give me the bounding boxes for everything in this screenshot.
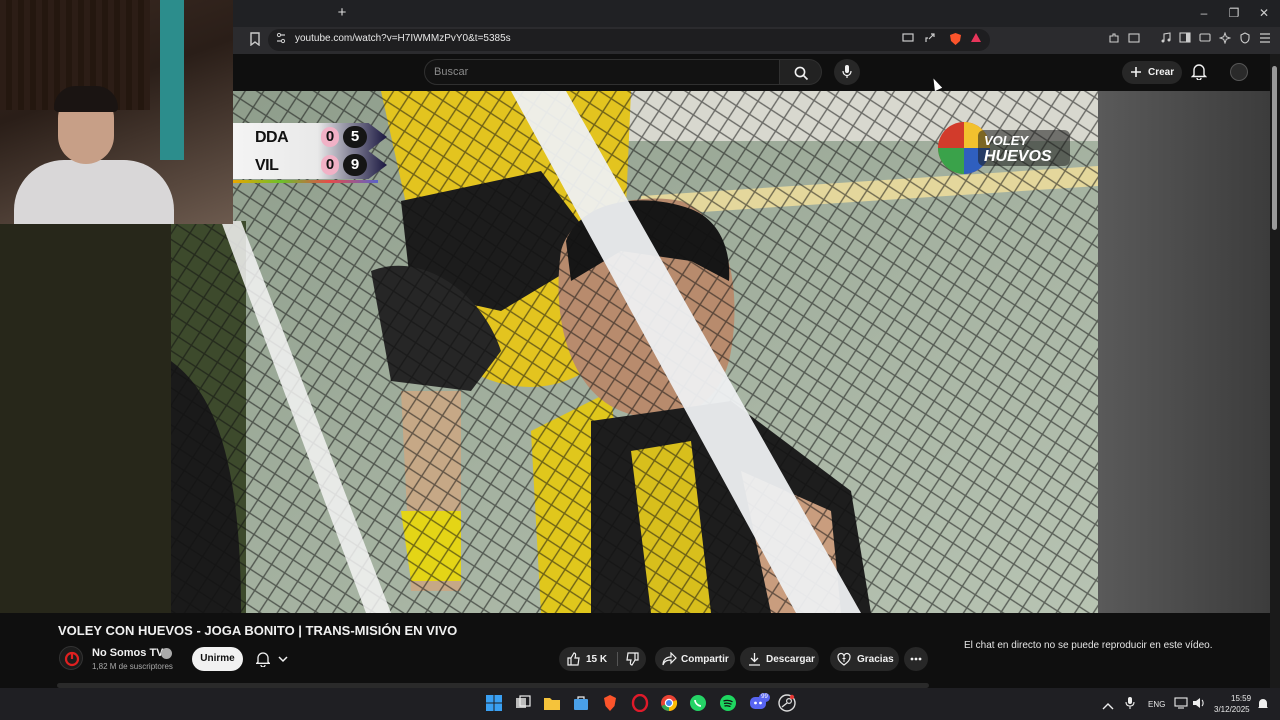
- url-text[interactable]: youtube.com/watch?v=H7IWMMzPvY0&t=5385s: [295, 33, 511, 44]
- more-horizontal-icon: [910, 657, 922, 661]
- super-thanks-icon: [837, 652, 851, 666]
- brave-shields-icon[interactable]: [947, 32, 963, 48]
- power-icon: [64, 651, 80, 667]
- download-icon: [749, 653, 760, 666]
- live-chat-panel: [1098, 91, 1270, 613]
- volume-icon[interactable]: [1192, 696, 1206, 710]
- team-points: 5: [343, 126, 367, 148]
- channel-name[interactable]: No Somos TV: [92, 647, 164, 659]
- search-input[interactable]: [424, 59, 780, 85]
- like-divider: [617, 652, 618, 666]
- windows-start-icon[interactable]: [485, 694, 503, 712]
- screen: + – ❐ ✕ youtube.com/watch?v=H7IWMMzPvY0&…: [0, 0, 1280, 720]
- leo-ai-icon[interactable]: [1217, 31, 1233, 48]
- webcam-background-door: [160, 0, 184, 160]
- scoreboard-row-team-1: DDA 0 5: [233, 123, 387, 151]
- more-actions-button[interactable]: [904, 647, 928, 671]
- download-label: Descargar: [766, 654, 815, 665]
- like-count: 15 K: [586, 654, 608, 665]
- file-explorer-icon[interactable]: [543, 694, 561, 712]
- search-placeholder: Buscar: [434, 66, 469, 78]
- team-sets: 0: [321, 155, 339, 175]
- network-icon[interactable]: [1174, 696, 1188, 710]
- webcam-person-shirt: [14, 160, 174, 224]
- discord-badge: 99: [759, 693, 770, 702]
- chat-disabled-message: El chat en directo no se puede reproduci…: [964, 640, 1213, 651]
- microphone-icon: [842, 65, 852, 78]
- brave-rewards-icon[interactable]: [968, 32, 984, 48]
- page-left-background: [0, 224, 171, 613]
- minimize-button[interactable]: –: [1190, 4, 1218, 22]
- subscriber-count: 1,82 M de suscriptores: [92, 662, 173, 671]
- clock-time[interactable]: 15:59: [1231, 694, 1251, 703]
- webcam-overlay: [0, 0, 233, 224]
- sidebar-icon[interactable]: [1177, 32, 1193, 48]
- team-name: DDA: [255, 129, 289, 146]
- team-name: VIL: [255, 157, 279, 174]
- bookmark-icon[interactable]: [247, 32, 263, 48]
- notifications-bell-icon[interactable]: [1190, 63, 1211, 83]
- dislike-button[interactable]: [619, 647, 646, 671]
- opera-icon[interactable]: [631, 693, 649, 713]
- microsoft-store-icon[interactable]: [572, 694, 590, 712]
- channel-avatar[interactable]: [59, 646, 83, 670]
- voley-con-huevos-logo: VOLEY HUEVOS: [938, 120, 1072, 176]
- create-label: Crear: [1148, 67, 1175, 78]
- chevron-up-icon[interactable]: [1102, 697, 1116, 710]
- svg-text:VOLEY: VOLEY: [984, 133, 1029, 148]
- chevron-down-icon: [278, 656, 288, 663]
- thanks-label: Gracias: [857, 654, 894, 665]
- webcam-person-hair: [54, 86, 118, 112]
- video-title: VOLEY CON HUEVOS - JOGA BONITO | TRANS-M…: [58, 623, 458, 638]
- vpn-icon[interactable]: [1197, 32, 1213, 48]
- scoreboard-row-team-2: VIL 0 9: [233, 151, 387, 179]
- share-icon: [662, 652, 677, 666]
- spotify-icon[interactable]: [719, 694, 737, 712]
- close-window-button[interactable]: ✕: [1250, 4, 1278, 22]
- plus-icon: [1131, 67, 1141, 77]
- scoreboard: DDA 0 5 VIL 0 9: [233, 118, 387, 186]
- bell-icon: [256, 652, 270, 667]
- task-view-icon[interactable]: [514, 694, 532, 712]
- site-info-icon[interactable]: [273, 32, 289, 48]
- join-button[interactable]: Unirme: [192, 647, 243, 671]
- account-avatar[interactable]: [1230, 63, 1248, 81]
- shield-icon[interactable]: [1237, 32, 1253, 48]
- input-language[interactable]: ENG: [1148, 700, 1165, 709]
- subscription-bell-button[interactable]: [249, 647, 297, 671]
- brave-browser-icon[interactable]: [601, 694, 619, 712]
- cast-icon[interactable]: [900, 32, 916, 48]
- thumbs-down-icon: [626, 652, 639, 666]
- search-icon: [794, 66, 809, 81]
- thumbs-up-icon: [567, 652, 580, 666]
- share-page-icon[interactable]: [922, 32, 938, 48]
- microphone-tray-icon[interactable]: [1125, 696, 1137, 710]
- restore-button[interactable]: ❐: [1220, 4, 1248, 22]
- voice-search-button[interactable]: [834, 59, 860, 85]
- notification-center-icon[interactable]: [1257, 697, 1269, 709]
- scoreboard-color-strip: [233, 180, 378, 183]
- share-label: Compartir: [681, 654, 729, 665]
- steam-icon[interactable]: [778, 694, 796, 712]
- menu-icon[interactable]: [1257, 32, 1273, 48]
- team-sets: 0: [321, 127, 339, 147]
- extensions-icon[interactable]: [1106, 32, 1122, 48]
- wallet-icon[interactable]: [1126, 32, 1142, 48]
- media-icon[interactable]: [1158, 32, 1174, 48]
- team-points: 9: [343, 154, 367, 176]
- new-tab-button[interactable]: +: [334, 4, 350, 22]
- scrollbar-thumb[interactable]: [1272, 66, 1277, 230]
- chrome-icon[interactable]: [660, 694, 678, 712]
- clock-date[interactable]: 3/12/2025: [1214, 705, 1250, 714]
- whatsapp-icon[interactable]: [689, 694, 707, 712]
- svg-text:HUEVOS: HUEVOS: [984, 148, 1052, 165]
- search-button[interactable]: [780, 59, 822, 85]
- verified-badge-icon: [161, 648, 172, 659]
